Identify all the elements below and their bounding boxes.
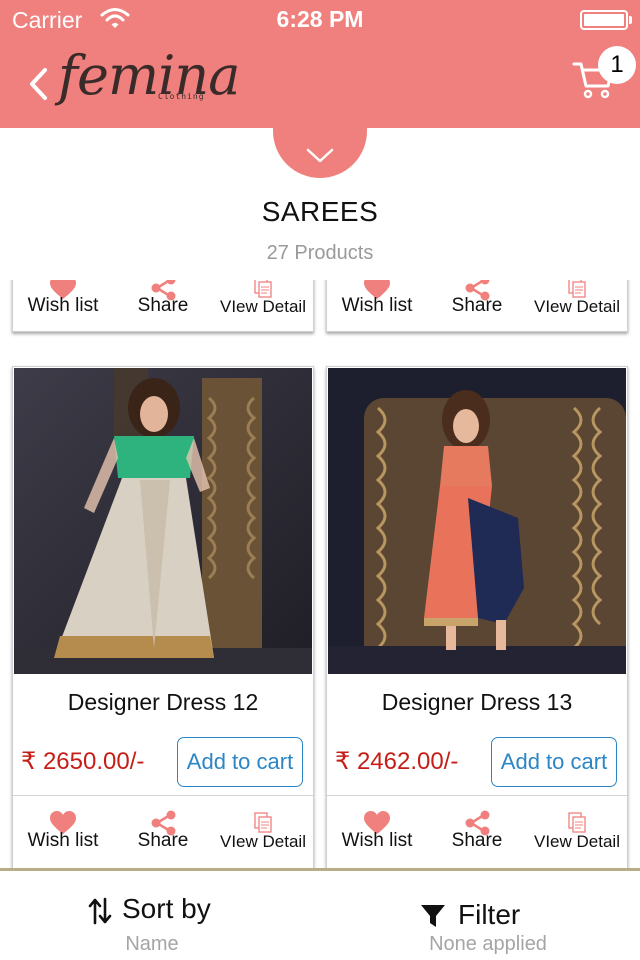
card-actions: Wish list Share VIew Detail xyxy=(13,795,313,861)
product-name: Designer Dress 12 xyxy=(67,689,259,715)
category-dropdown-button[interactable] xyxy=(273,104,367,178)
product-price: ₹ 2650.00/- xyxy=(21,748,145,775)
product-image[interactable] xyxy=(328,368,626,674)
product-grid[interactable]: Wish list Share VIew Detail Wish list Sh… xyxy=(0,280,640,868)
battery-icon xyxy=(580,10,632,30)
view-detail-button[interactable]: VIew Detail xyxy=(527,796,627,861)
card-actions: Wish list Share VIew Detail xyxy=(13,280,313,327)
sort-button[interactable]: Sort by Name xyxy=(0,871,320,960)
product-card[interactable]: Designer Dress 13 ₹ 2462.00/- Add to car… xyxy=(326,366,628,868)
view-detail-label: VIew Detail xyxy=(220,297,306,316)
wishlist-label: Wish list xyxy=(341,830,413,851)
dress-photo-illustration xyxy=(14,368,312,674)
clock-time: 6:28 PM xyxy=(276,6,364,32)
view-detail-button[interactable]: VIew Detail xyxy=(213,796,313,861)
wishlist-label: Wish list xyxy=(27,295,99,316)
share-button[interactable]: Share xyxy=(427,796,527,861)
cart-count-badge: 1 xyxy=(598,46,636,84)
add-to-cart-button[interactable]: Add to cart xyxy=(177,737,303,787)
wishlist-button[interactable]: Wish list xyxy=(327,280,427,327)
share-label: Share xyxy=(451,830,503,851)
share-button[interactable]: Share xyxy=(427,280,527,327)
sort-value: Name xyxy=(125,933,179,955)
product-card: Wish list Share VIew Detail xyxy=(326,280,628,332)
view-detail-button[interactable]: VIew Detail xyxy=(213,280,313,327)
chevron-left-icon xyxy=(30,68,47,100)
product-name: Designer Dress 13 xyxy=(381,689,573,715)
logo-subtext: Clothing xyxy=(158,92,205,101)
share-label: Share xyxy=(137,830,189,851)
share-button[interactable]: Share xyxy=(113,280,213,327)
product-price: ₹ 2462.00/- xyxy=(335,748,459,775)
wishlist-label: Wish list xyxy=(341,295,413,316)
view-detail-label: VIew Detail xyxy=(220,832,306,851)
wishlist-button[interactable]: Wish list xyxy=(13,280,113,327)
share-button[interactable]: Share xyxy=(113,796,213,861)
wishlist-button[interactable]: Wish list xyxy=(13,796,113,861)
filter-button[interactable]: Filter None applied xyxy=(320,871,640,960)
category-title: SAREES xyxy=(261,196,379,227)
filter-label: Filter xyxy=(458,899,521,930)
brand-logo: femina Clothing xyxy=(58,38,240,118)
back-button[interactable] xyxy=(22,62,54,106)
bottom-toolbar: Sort by Name Filter None applied xyxy=(0,868,640,960)
sort-label: Sort by xyxy=(122,893,211,924)
product-card: Wish list Share VIew Detail xyxy=(12,280,314,332)
filter-value: None applied xyxy=(429,933,547,955)
product-count: 27 Products xyxy=(266,242,374,264)
product-image[interactable] xyxy=(14,368,312,674)
product-card[interactable]: Designer Dress 12 ₹ 2650.00/- Add to car… xyxy=(12,366,314,868)
view-detail-label: VIew Detail xyxy=(534,832,620,851)
wishlist-label: Wish list xyxy=(27,830,99,851)
share-label: Share xyxy=(137,295,189,316)
filter-funnel-icon xyxy=(421,905,445,927)
view-detail-button[interactable]: VIew Detail xyxy=(527,280,627,327)
add-to-cart-button[interactable]: Add to cart xyxy=(491,737,617,787)
chevron-down-icon xyxy=(306,148,334,163)
share-label: Share xyxy=(451,295,503,316)
status-bar: Carrier 6:28 PM xyxy=(0,0,640,40)
card-actions: Wish list Share VIew Detail xyxy=(327,795,627,861)
view-detail-label: VIew Detail xyxy=(534,297,620,316)
card-actions: Wish list Share VIew Detail xyxy=(327,280,627,327)
dress-photo-illustration xyxy=(328,368,626,674)
logo-text: femina xyxy=(58,44,240,107)
sort-arrows-icon xyxy=(88,897,112,925)
wishlist-button[interactable]: Wish list xyxy=(327,796,427,861)
